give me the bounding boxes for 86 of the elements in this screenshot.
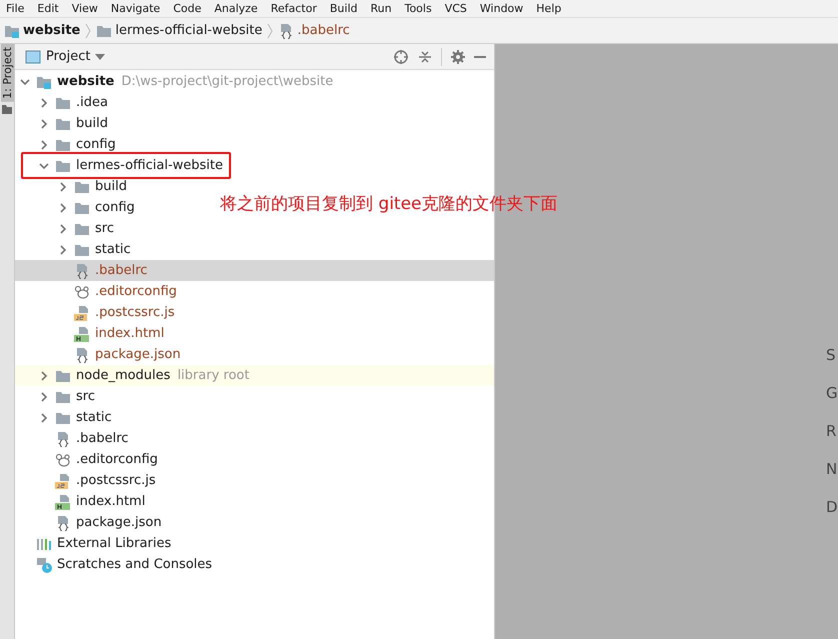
tree-item[interactable]: index.html (15, 491, 146, 512)
tree-item[interactable]: build (15, 176, 127, 197)
tree-item[interactable]: .editorconfig (15, 281, 177, 302)
editor-hint-text: S (826, 346, 837, 364)
tree-item[interactable]: build (15, 113, 108, 134)
editor-hint-text: N (826, 460, 838, 478)
menu-item[interactable]: Help (536, 2, 562, 15)
script-file-icon (55, 472, 71, 488)
tree-item[interactable]: config (15, 197, 135, 218)
scratch-clock-icon (36, 556, 52, 572)
tree-item[interactable]: .postcssrc.js (15, 470, 156, 491)
tree-item[interactable]: index.html (15, 323, 164, 344)
menu-item[interactable]: View (72, 2, 98, 15)
tree-item[interactable]: website D:\ws-project\git-project\website (15, 71, 334, 92)
breadcrumb-item[interactable]: lermes-official-website (96, 23, 262, 38)
braces-file-icon (55, 514, 71, 530)
mouse-file-icon (74, 284, 90, 300)
tree-item[interactable]: static (15, 239, 131, 260)
collapse-all-icon (417, 48, 433, 64)
minimize-icon (474, 56, 486, 58)
breadcrumb-item[interactable]: website (4, 23, 80, 38)
tree-item[interactable]: .babelrc (15, 428, 128, 449)
tree-item[interactable]: package.json (15, 512, 162, 533)
menu-item[interactable]: Navigate (110, 2, 160, 15)
folder-icon (74, 222, 90, 236)
tree-item[interactable]: .editorconfig (15, 449, 158, 470)
folder-icon (55, 158, 71, 172)
folder-icon (55, 116, 71, 130)
tree-item[interactable]: src (15, 386, 95, 407)
module-folder-icon (36, 74, 52, 88)
editor-hint-text: D (826, 498, 838, 516)
folder-icon (74, 242, 90, 256)
folder-icon (96, 24, 112, 38)
menu-item[interactable]: File (6, 2, 24, 15)
menu-item[interactable]: Build (330, 2, 358, 15)
folder-icon (55, 368, 71, 382)
folder-icon (2, 104, 12, 114)
markup-file-icon (55, 494, 71, 510)
folder-icon (55, 96, 71, 110)
menu-item[interactable]: Analyze (214, 2, 258, 15)
breadcrumb-item[interactable]: .babelrc (278, 22, 350, 38)
tree-item[interactable]: package.json (15, 344, 181, 365)
path-label: D:\ws-project\git-project\website (121, 74, 334, 89)
menu-item[interactable]: Tools (404, 2, 432, 15)
libraries-icon (36, 536, 52, 550)
project-tool-tab[interactable]: 1: Project (0, 44, 14, 102)
tree-item[interactable]: lermes-official-website (15, 155, 224, 176)
tree-item[interactable]: .postcssrc.js (15, 302, 175, 323)
braces-file-icon (55, 430, 71, 446)
library-root-label: library root (177, 368, 250, 383)
folder-icon (55, 138, 71, 152)
folder-icon (55, 410, 71, 424)
braces-file-icon (74, 262, 90, 278)
mouse-file-icon (55, 452, 71, 468)
tree-item[interactable]: static (15, 407, 112, 428)
view-selector[interactable]: Project (25, 49, 106, 64)
tree-item[interactable]: Scratches and Consoles (15, 554, 212, 575)
script-file-icon (74, 304, 90, 320)
markup-file-icon (74, 326, 90, 342)
editor-hint-text: R (826, 422, 838, 440)
menu-item[interactable]: VCS (444, 2, 467, 15)
braces-file-icon (278, 22, 294, 38)
editor-hint-text: G (826, 384, 838, 402)
tree-item[interactable]: src (15, 218, 114, 239)
panel-icon (25, 50, 41, 64)
braces-file-icon (74, 346, 90, 362)
tree-item[interactable]: config (15, 134, 116, 155)
chevron-icon (84, 22, 92, 40)
folder-icon (74, 200, 90, 214)
tree-item[interactable]: .idea (15, 92, 108, 113)
folder-icon (55, 390, 71, 404)
chevron-icon (266, 22, 274, 40)
settings-icon (450, 48, 466, 64)
crosshair-icon (393, 48, 409, 64)
menu-item[interactable]: Refactor (270, 2, 317, 15)
annotation-text: 将之前的项目复制到 gitee克隆的文件夹下面 (220, 193, 558, 215)
menu-item[interactable]: Window (480, 2, 524, 15)
tree-item[interactable]: node_modules library root (15, 365, 250, 386)
menu-item[interactable]: Run (370, 2, 392, 15)
folder-icon (74, 180, 90, 194)
menu-item[interactable]: Code (173, 2, 202, 15)
tree-item[interactable]: .babelrc (15, 260, 148, 281)
module-folder-icon (4, 24, 20, 38)
caret-icon (95, 54, 106, 60)
tree-item[interactable]: External Libraries (15, 533, 172, 554)
menu-item[interactable]: Edit (37, 2, 59, 15)
